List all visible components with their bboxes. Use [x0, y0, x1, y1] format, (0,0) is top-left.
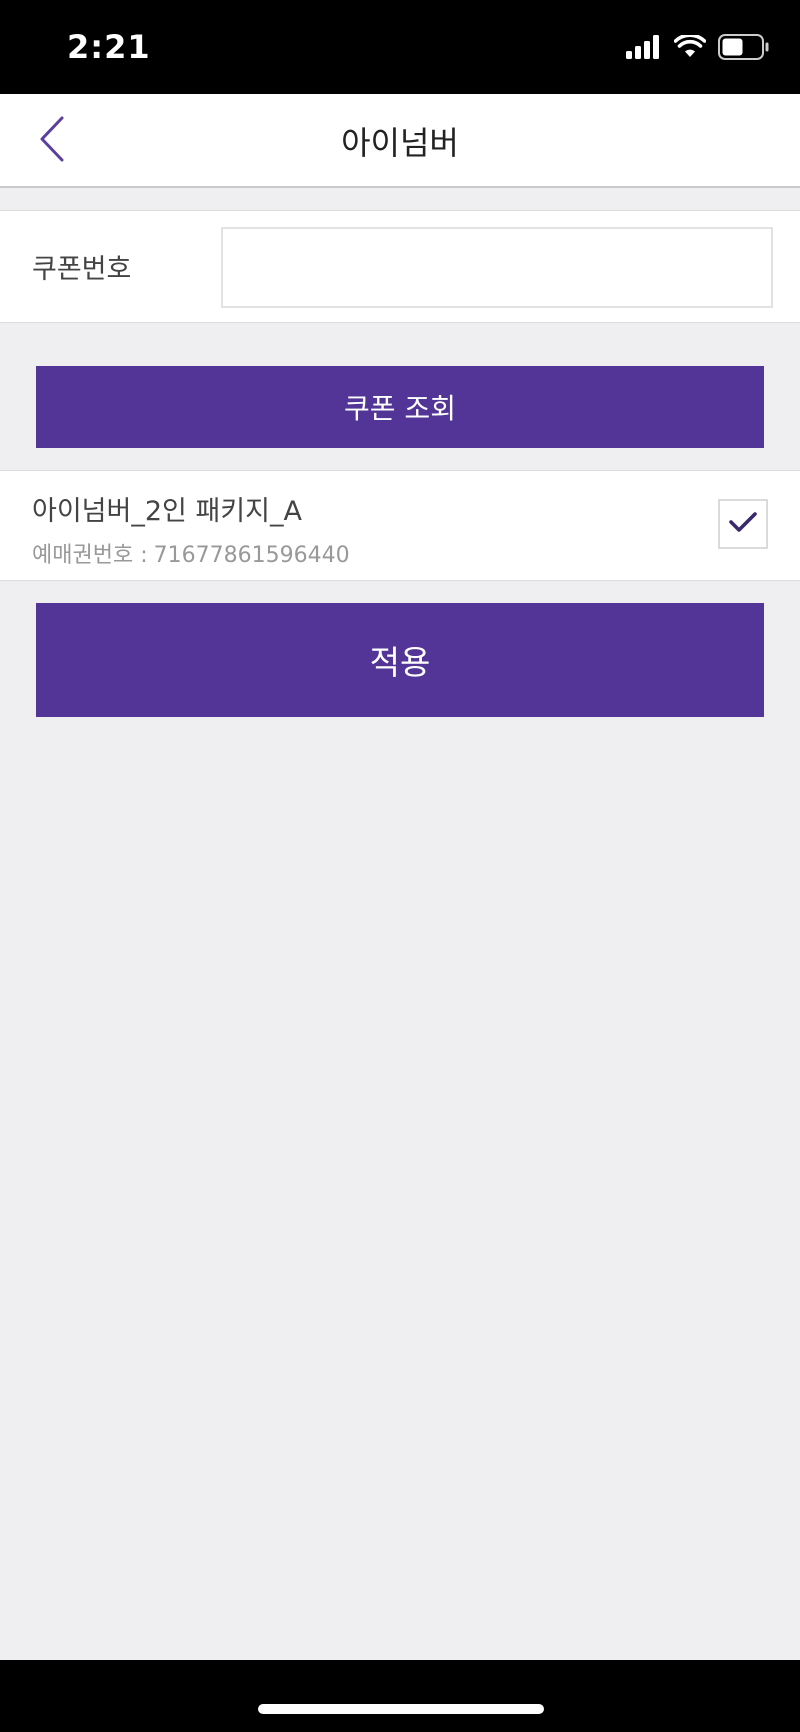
ticket-number-value: 71677861596440 — [153, 543, 350, 568]
wifi-icon — [673, 33, 707, 63]
coupon-number-row: 쿠폰번호 — [0, 210, 800, 323]
ticket-checkbox[interactable] — [718, 499, 768, 549]
coupon-number-input[interactable] — [221, 227, 773, 308]
status-bar: 2:21 — [0, 0, 800, 94]
page-title: 아이넘버 — [341, 124, 459, 162]
status-time: 2:21 — [67, 28, 151, 66]
home-indicator[interactable] — [258, 1704, 544, 1714]
nav-bar: 아이넘버 — [0, 94, 800, 188]
ticket-name: 아이넘버_2인 패키지_A — [32, 496, 302, 527]
status-icons — [626, 33, 770, 64]
coupon-lookup-button[interactable]: 쿠폰 조회 — [36, 366, 764, 448]
home-bar-area — [0, 1660, 800, 1732]
cellular-signal-icon — [626, 35, 662, 63]
battery-icon — [718, 34, 770, 64]
ticket-number: 예매권번호 :71677861596440 — [32, 537, 350, 569]
coupon-number-label: 쿠폰번호 — [32, 254, 132, 285]
ticket-list-item[interactable]: 아이넘버_2인 패키지_A 예매권번호 :71677861596440 — [0, 470, 800, 581]
apply-button[interactable]: 적용 — [36, 603, 764, 717]
checkmark-icon — [728, 511, 758, 537]
ticket-number-label: 예매권번호 : — [32, 543, 148, 568]
